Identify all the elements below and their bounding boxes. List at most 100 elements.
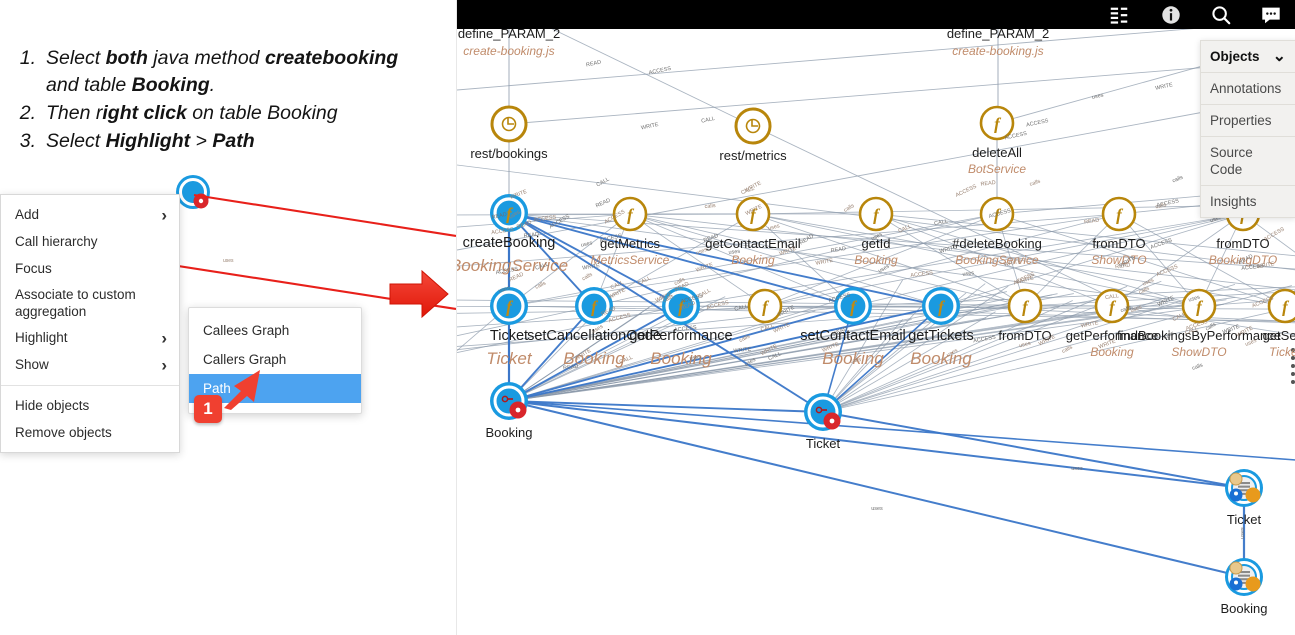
step-fragment: and table — [46, 74, 132, 96]
edge-label: WRITE — [641, 122, 660, 132]
menu-item-label: Hide objects — [15, 398, 90, 413]
side-tab-insights-label: Insights — [1210, 194, 1257, 209]
graph-node-fromDTO1[interactable]: f — [1101, 196, 1137, 232]
node-label: Booking — [486, 425, 533, 440]
graph-node-getSeat[interactable]: f — [1267, 288, 1295, 324]
node-label: getSeat — [1263, 328, 1295, 343]
graph-node-restmetrics[interactable] — [734, 107, 772, 145]
step-fragment: > — [190, 130, 213, 152]
step-emphasis: both — [105, 47, 148, 69]
overflow-dot — [1291, 372, 1295, 376]
graph-node-ticketMethod[interactable]: f — [490, 287, 528, 325]
graph-node-bookingDb[interactable] — [1225, 558, 1263, 596]
node-label: fromDTO — [1216, 236, 1269, 251]
menu-item-focus[interactable]: Focus — [1, 255, 179, 282]
edge-label: CALL — [701, 116, 716, 125]
edge-label: ACCESS — [1026, 118, 1050, 129]
menu-item-remove-objects[interactable]: Remove objects — [1, 419, 179, 446]
edge-label: ACCESS — [1150, 237, 1174, 250]
menu-item-associate-to-custom-aggregation[interactable]: Associate to custom aggregation — [1, 282, 179, 324]
node-label: rest/metrics — [719, 148, 787, 163]
graph-node-setContactEmail[interactable]: f — [834, 287, 872, 325]
info-icon[interactable] — [1159, 4, 1183, 26]
step-fragment: java method — [147, 47, 265, 69]
node-sublabel: Booking — [731, 253, 775, 267]
menu-item-add[interactable]: Add › — [1, 201, 179, 228]
comment-icon[interactable] — [1259, 4, 1283, 26]
graph-node-restbookings[interactable] — [490, 105, 528, 143]
edge-label: calls — [1061, 344, 1074, 354]
edge-label: READ — [799, 233, 815, 246]
instruction-step: 2. Then right click on table Booking — [6, 100, 406, 127]
step-text: Select Highlight > Path — [46, 128, 406, 155]
edge-label: calls — [534, 280, 547, 290]
overflow-dot — [1291, 380, 1295, 384]
node-label: Ticket — [490, 328, 528, 344]
step-fragment: Select — [46, 47, 106, 69]
overflow-dot — [1291, 364, 1295, 368]
node-label: deleteAll — [972, 145, 1022, 160]
step-text: Then right click on table Booking — [46, 100, 406, 127]
step-emphasis: Path — [212, 130, 255, 152]
chevron-right-icon: › — [161, 328, 167, 347]
graph-node-ticketDb[interactable] — [1225, 469, 1263, 507]
graph-node-getId[interactable]: f — [858, 196, 894, 232]
node-label: Booking — [1221, 601, 1268, 616]
graph-panel[interactable]: ffffffffffffffffffdefine_PARAM_2create-b… — [456, 0, 1295, 635]
edge-label: WRITE — [1155, 82, 1174, 92]
menu-item-show[interactable]: Show › — [1, 351, 179, 378]
menu-item-label: Remove objects — [15, 425, 112, 440]
callout-badge-1: 1 — [194, 395, 222, 423]
edge-label: uses — [1091, 92, 1104, 100]
chevron-right-icon: › — [161, 355, 167, 374]
dependency-graph[interactable]: ffffffffffffffffffdefine_PARAM_2create-b… — [457, 0, 1295, 635]
menu-item-highlight[interactable]: Highlight › — [1, 324, 179, 351]
node-label: findBookingsByPerformance — [1117, 328, 1281, 343]
node-label: getTickets — [908, 328, 974, 344]
step-emphasis: createbooking — [264, 47, 399, 69]
graph-node-bookingTable[interactable] — [490, 382, 528, 420]
side-tab-source-code[interactable]: Source Code — [1200, 136, 1295, 185]
submenu-item-callees-graph[interactable]: Callees Graph — [189, 316, 361, 345]
node-sublabel: MetricsService — [591, 253, 670, 267]
node-sublabel: Ticket — [1269, 345, 1295, 359]
list-tree-icon[interactable] — [1107, 4, 1131, 26]
edge-label: calls — [704, 203, 716, 210]
objects-side-tabs[interactable]: Objects ⌄ Annotations Properties Source … — [1200, 40, 1295, 218]
edge-label: calls — [1029, 178, 1042, 187]
side-tab-properties[interactable]: Properties — [1200, 104, 1295, 136]
node-sublabel: BookingService — [955, 253, 1039, 267]
edge-label: calls — [581, 272, 594, 283]
edge-label: CALL — [596, 176, 611, 188]
menu-item-call-hierarchy[interactable]: Call hierarchy — [1, 228, 179, 255]
menu-item-hide-objects[interactable]: Hide objects — [1, 392, 179, 419]
instruction-panel: uses icket 1.Select both java method cre… — [0, 0, 456, 635]
step-text: Select both java method createbooking an… — [46, 45, 406, 99]
edge-label: CALL — [740, 186, 755, 197]
chevron-down-icon[interactable]: ⌄ — [1273, 48, 1286, 64]
side-tab-insights[interactable]: Insights — [1200, 185, 1295, 218]
node-label: fromDTO — [1092, 236, 1145, 251]
edge-label: CALL — [734, 304, 749, 313]
instruction-step: 3. Select Highlight > Path — [6, 128, 406, 155]
graph-node-fromDTO3[interactable]: f — [1007, 288, 1043, 324]
step-number: 2. — [19, 102, 36, 124]
side-tab-annotations[interactable]: Annotations — [1200, 72, 1295, 104]
menu-item-label: Call hierarchy — [15, 234, 98, 249]
edge-label: READ — [980, 180, 996, 188]
step-fragment: . — [209, 74, 216, 96]
graph-node-unnamed1[interactable]: f — [747, 288, 783, 324]
edge-label: calls — [1172, 175, 1185, 185]
svg-text:uses: uses — [223, 258, 234, 264]
edge-label: ACCESS — [910, 270, 934, 279]
graph-node-ticketTable[interactable] — [804, 393, 842, 431]
context-menu[interactable]: Add › Call hierarchy Focus Associate to cust… — [0, 194, 180, 453]
menu-item-label: Associate to custom aggregation — [15, 287, 136, 319]
transition-arrow-icon — [389, 269, 449, 319]
node-sublabel: create-booking.js — [952, 44, 1043, 58]
node-sublabel: Booking — [854, 253, 898, 267]
side-tab-objects[interactable]: Objects ⌄ — [1200, 40, 1295, 72]
menu-item-label: Show — [15, 357, 49, 372]
search-icon[interactable] — [1209, 4, 1233, 26]
graph-node-getTickets[interactable]: f — [922, 287, 960, 325]
